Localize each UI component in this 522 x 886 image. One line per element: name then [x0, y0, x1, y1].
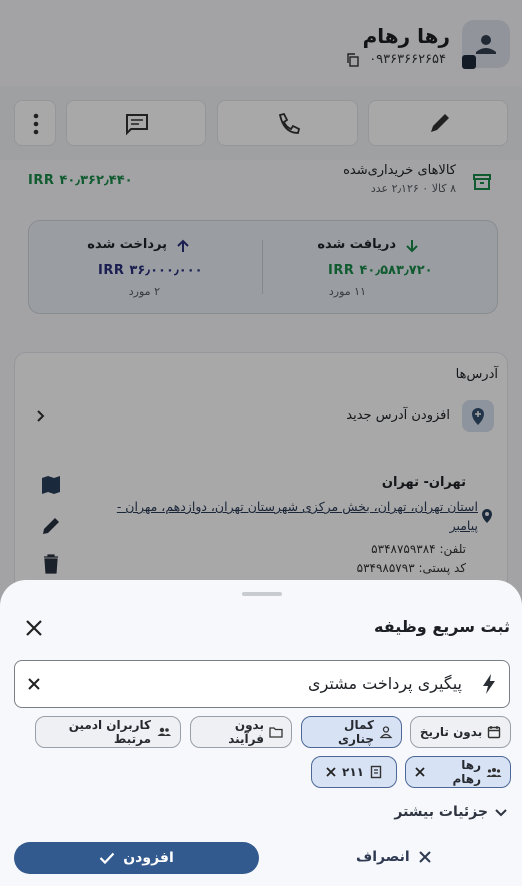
- cancel-button[interactable]: انصراف: [356, 849, 432, 865]
- group-icon: [157, 727, 171, 736]
- chip-no-date-label: بدون تاریخ: [419, 725, 483, 739]
- chip-assignee-label: کمال چناری: [338, 718, 374, 746]
- chip-assignee[interactable]: کمال چناری: [301, 716, 402, 748]
- chevron-down-icon[interactable]: [494, 806, 508, 820]
- chip-code-label: ۲۱۱: [342, 765, 364, 779]
- folder-icon: [269, 727, 283, 738]
- remove-chip-icon[interactable]: [325, 766, 337, 778]
- remove-chip-icon[interactable]: [414, 766, 426, 778]
- clear-input-icon[interactable]: [27, 677, 41, 691]
- person-outline-icon: [379, 726, 393, 739]
- group-icon: [486, 768, 502, 777]
- close-icon: [418, 851, 431, 863]
- cancel-button-label: انصراف: [356, 849, 410, 865]
- more-details-toggle[interactable]: جزئیات بیشتر: [394, 804, 488, 820]
- chip-no-process[interactable]: بدون فرآیند: [190, 716, 292, 748]
- task-input-value[interactable]: پیگیری پرداخت مشتری: [308, 674, 462, 693]
- chip-no-process-label: بدون فرآیند: [228, 718, 264, 746]
- check-icon: [99, 852, 115, 865]
- close-sheet-icon[interactable]: [24, 618, 44, 638]
- chip-customer-label: رها رهام: [452, 758, 481, 786]
- chip-customer[interactable]: رها رهام: [405, 756, 511, 788]
- calendar-icon: [488, 726, 501, 739]
- quick-task-sheet: ثبت سریع وظیفه پیگیری پرداخت مشتری بدون …: [0, 580, 522, 886]
- sheet-title: ثبت سریع وظیفه: [373, 617, 510, 636]
- chip-admin-users[interactable]: کاربران ادمین مرتبط: [35, 716, 181, 748]
- chip-no-date[interactable]: بدون تاریخ: [410, 716, 511, 748]
- add-button-label: افزودن: [123, 850, 174, 866]
- chip-admin-users-label: کاربران ادمین مرتبط: [68, 718, 151, 746]
- drag-handle[interactable]: [242, 592, 282, 596]
- receipt-icon: [370, 765, 382, 779]
- bolt-icon: [483, 674, 495, 694]
- chip-code[interactable]: ۲۱۱: [311, 756, 397, 788]
- add-button[interactable]: افزودن: [14, 842, 259, 874]
